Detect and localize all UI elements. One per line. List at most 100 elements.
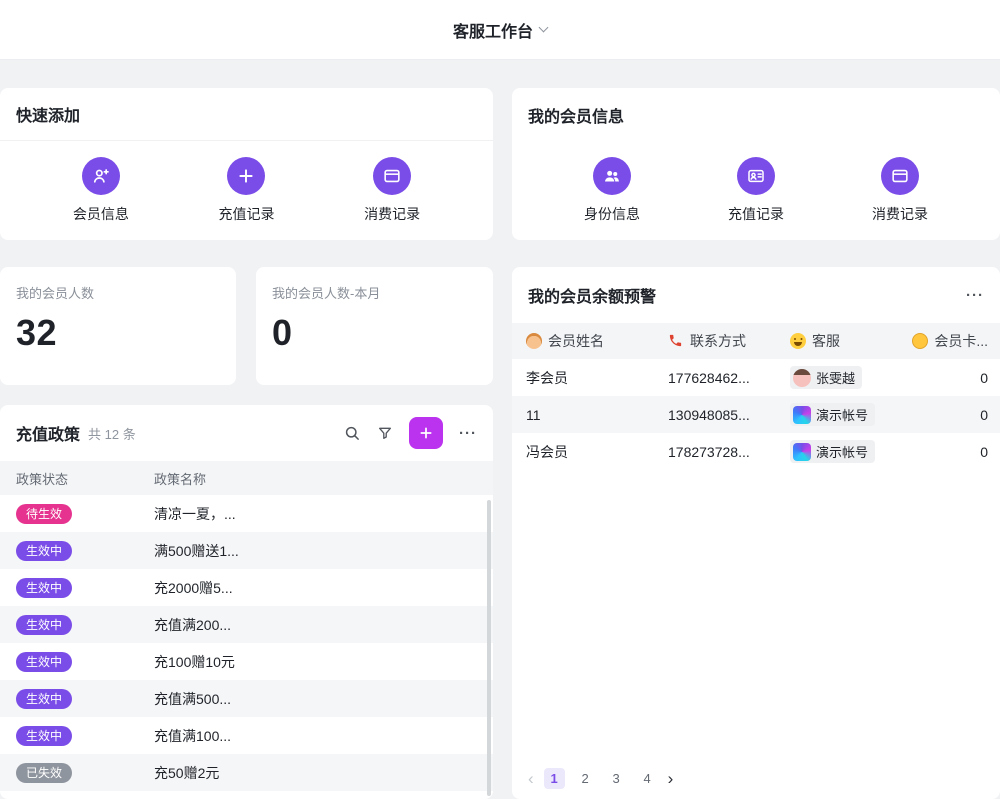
chevron-left-icon[interactable]: ‹ bbox=[528, 769, 534, 789]
stat-value: 32 bbox=[16, 312, 220, 354]
balance-warning-card: 我的会员余额预警 ··· 会员姓名 联系方式 客服 会员卡... 李会员 177… bbox=[512, 267, 1000, 799]
action-label: 消费记录 bbox=[872, 204, 928, 224]
column-label: 会员姓名 bbox=[548, 331, 604, 351]
status-badge: 已失效 bbox=[16, 763, 72, 783]
policy-toolbar: ··· bbox=[343, 417, 477, 449]
status-badge: 生效中 bbox=[16, 726, 72, 746]
recharge-policy-card: 充值政策 共 12 条 ··· 政策状态 政策名称 待生效 清凉一夏，... 生… bbox=[0, 405, 493, 799]
stat-card-member-count-month: 我的会员人数-本月 0 bbox=[256, 267, 493, 385]
top-header: 客服工作台 bbox=[0, 0, 1000, 60]
my-member-info-title: 我的会员信息 bbox=[528, 103, 624, 127]
status-badge: 生效中 bbox=[16, 689, 72, 709]
member-row[interactable]: 冯会员 178273728... 演示帐号 0 bbox=[512, 433, 1000, 470]
member-name: 李会员 bbox=[512, 368, 668, 388]
policy-name: 充2000赠5... bbox=[154, 578, 493, 598]
column-header-member-name: 会员姓名 bbox=[512, 331, 668, 351]
stat-card-member-count: 我的会员人数 32 bbox=[0, 267, 236, 385]
column-header-name: 政策名称 bbox=[154, 469, 493, 488]
column-header-contact: 联系方式 bbox=[668, 331, 790, 351]
policy-name: 清凉一夏，... bbox=[154, 504, 493, 524]
quick-add-card: 快速添加 会员信息 充值记录 消费记录 bbox=[0, 88, 493, 240]
status-badge: 生效中 bbox=[16, 578, 72, 598]
stat-label: 我的会员人数 bbox=[16, 283, 220, 302]
my-member-info-header: 我的会员信息 bbox=[512, 88, 1000, 141]
member-balance: 0 bbox=[892, 444, 1000, 460]
quick-add-consume-record-button[interactable]: 消费记录 bbox=[364, 157, 420, 224]
search-icon[interactable] bbox=[343, 424, 361, 442]
identity-info-button[interactable]: 身份信息 bbox=[584, 157, 640, 224]
page-button-3[interactable]: 3 bbox=[606, 768, 627, 789]
workspace-switcher[interactable]: 客服工作台 bbox=[453, 18, 547, 42]
member-contact: 130948085... bbox=[668, 407, 790, 423]
balance-warning-title: 我的会员余额预警 bbox=[528, 283, 656, 307]
page-button-2[interactable]: 2 bbox=[575, 768, 596, 789]
policy-name: 满500赠送1... bbox=[154, 541, 493, 561]
avatar bbox=[793, 406, 811, 424]
policy-row[interactable]: 生效中 充100赠10元 bbox=[0, 643, 493, 680]
column-header-service: 客服 bbox=[790, 331, 892, 351]
action-label: 消费记录 bbox=[364, 204, 420, 224]
chevron-down-icon bbox=[539, 23, 549, 33]
member-contact: 178273728... bbox=[668, 444, 790, 460]
policy-name: 充100赠10元 bbox=[154, 652, 493, 672]
policy-name: 充50赠2元 bbox=[154, 763, 493, 783]
chevron-right-icon[interactable]: › bbox=[668, 769, 674, 789]
card-icon bbox=[373, 157, 411, 195]
my-member-info-actions: 身份信息 充值记录 消费记录 bbox=[512, 141, 1000, 224]
service-tag: 张雯越 bbox=[790, 366, 862, 389]
avatar bbox=[793, 443, 811, 461]
policy-row[interactable]: 已失效 充50赠2元 bbox=[0, 754, 493, 791]
quick-add-recharge-record-button[interactable]: 充值记录 bbox=[218, 157, 274, 224]
service-tag: 演示帐号 bbox=[790, 440, 875, 463]
column-header-status: 政策状态 bbox=[0, 469, 154, 488]
balance-warning-header: 我的会员余额预警 ··· bbox=[512, 267, 1000, 323]
action-label: 充值记录 bbox=[218, 204, 274, 224]
member-balance: 0 bbox=[892, 370, 1000, 386]
member-name: 11 bbox=[512, 407, 668, 423]
policy-table-header: 政策状态 政策名称 bbox=[0, 461, 493, 495]
member-name: 冯会员 bbox=[512, 442, 668, 462]
policy-row[interactable]: 生效中 充值满100... bbox=[0, 717, 493, 754]
policy-row[interactable]: 待生效 清凉一夏，... bbox=[0, 495, 493, 532]
plus-icon bbox=[227, 157, 265, 195]
column-label: 会员卡... bbox=[934, 331, 988, 351]
service-tag: 演示帐号 bbox=[790, 403, 875, 426]
policy-row[interactable]: 生效中 充2000赠5... bbox=[0, 569, 493, 606]
add-policy-button[interactable] bbox=[409, 417, 443, 449]
policy-row[interactable]: 生效中 充值满200... bbox=[0, 606, 493, 643]
action-label: 身份信息 bbox=[584, 204, 640, 224]
status-badge: 待生效 bbox=[16, 504, 72, 524]
quick-add-card-header: 快速添加 bbox=[0, 88, 493, 141]
status-badge: 生效中 bbox=[16, 652, 72, 672]
action-label: 充值记录 bbox=[728, 204, 784, 224]
quick-add-member-info-button[interactable]: 会员信息 bbox=[73, 157, 129, 224]
card-icon bbox=[881, 157, 919, 195]
filter-icon[interactable] bbox=[377, 425, 393, 441]
person-emoji-icon bbox=[526, 333, 542, 349]
status-badge: 生效中 bbox=[16, 541, 72, 561]
phone-icon bbox=[668, 333, 684, 349]
page-button-4[interactable]: 4 bbox=[637, 768, 658, 789]
quick-add-title: 快速添加 bbox=[16, 102, 80, 126]
member-consume-record-button[interactable]: 消费记录 bbox=[872, 157, 928, 224]
vertical-scrollbar[interactable] bbox=[487, 500, 491, 796]
action-label: 会员信息 bbox=[73, 204, 129, 224]
money-emoji-icon bbox=[912, 333, 928, 349]
warning-table-header: 会员姓名 联系方式 客服 会员卡... bbox=[512, 323, 1000, 359]
column-label: 联系方式 bbox=[690, 331, 746, 351]
member-row[interactable]: 11 130948085... 演示帐号 0 bbox=[512, 396, 1000, 433]
member-row[interactable]: 李会员 177628462... 张雯越 0 bbox=[512, 359, 1000, 396]
more-options-button[interactable]: ··· bbox=[459, 425, 477, 442]
page-button-1[interactable]: 1 bbox=[544, 768, 565, 789]
more-options-button[interactable]: ··· bbox=[966, 287, 984, 304]
member-recharge-record-button[interactable]: 充值记录 bbox=[728, 157, 784, 224]
policy-name: 充值满500... bbox=[154, 689, 493, 709]
pagination: ‹ 1 2 3 4 › bbox=[528, 768, 673, 789]
people-icon bbox=[593, 157, 631, 195]
person-plus-icon bbox=[82, 157, 120, 195]
policy-name: 充值满200... bbox=[154, 615, 493, 635]
column-header-card-balance: 会员卡... bbox=[892, 331, 1000, 351]
recharge-policy-header: 充值政策 共 12 条 ··· bbox=[0, 405, 493, 461]
policy-row[interactable]: 生效中 满500赠送1... bbox=[0, 532, 493, 569]
policy-row[interactable]: 生效中 充值满500... bbox=[0, 680, 493, 717]
